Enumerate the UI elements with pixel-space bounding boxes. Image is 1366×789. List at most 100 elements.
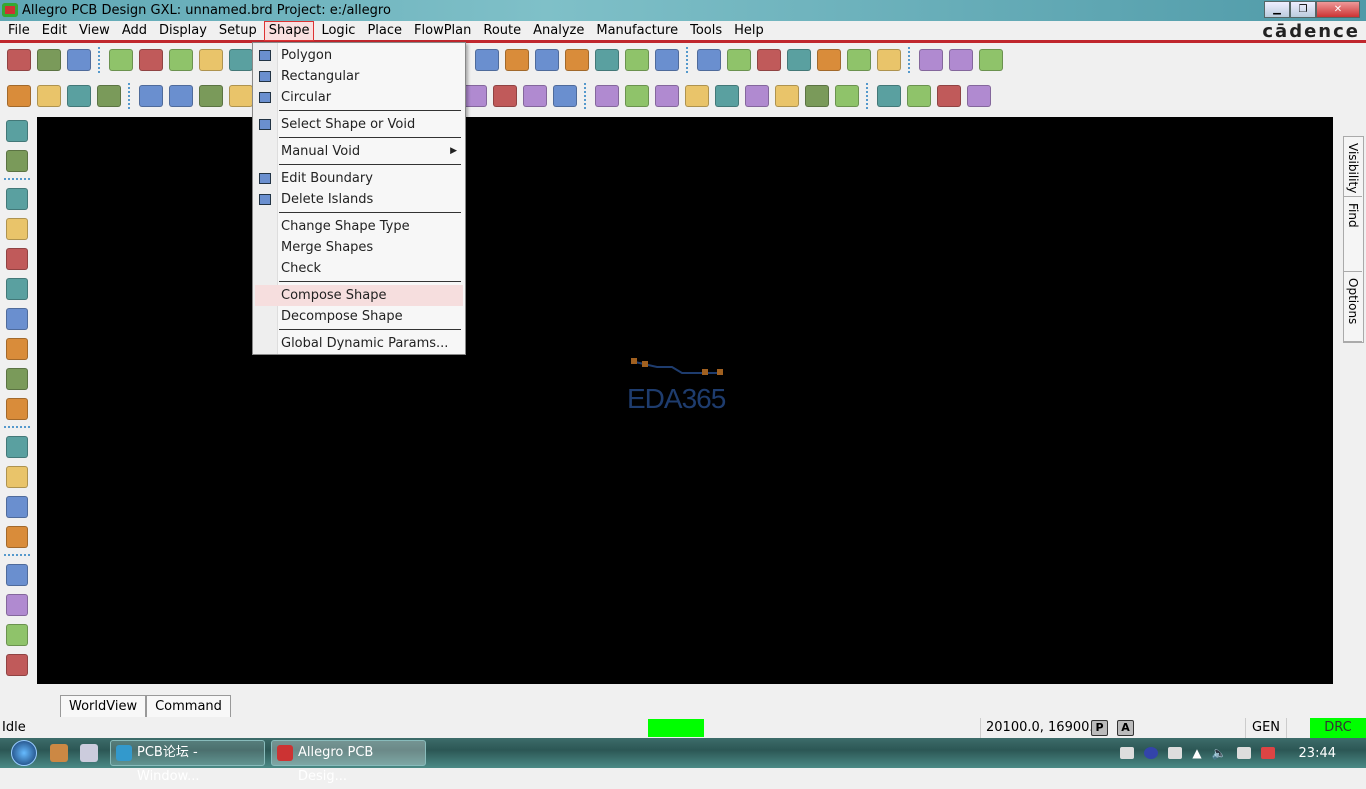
copy-icon[interactable]: [139, 49, 163, 71]
grid-icon[interactable]: [475, 49, 499, 71]
add-line-icon[interactable]: [6, 436, 28, 458]
menu-item-select-shape-or-void[interactable]: Select Shape or Void: [253, 114, 465, 135]
menu-item-circular[interactable]: Circular: [253, 87, 465, 108]
layers-icon[interactable]: [535, 49, 559, 71]
help-icon[interactable]: [979, 49, 1003, 71]
drc-indicator[interactable]: DRC: [1310, 718, 1366, 738]
check-icon[interactable]: [937, 85, 961, 107]
menu-manufacture[interactable]: Manufacture: [591, 21, 683, 41]
menu-display[interactable]: Display: [154, 21, 212, 41]
menu-item-decompose-shape[interactable]: Decompose Shape: [253, 306, 465, 327]
menu-logic[interactable]: Logic: [316, 21, 360, 41]
add-rect-icon[interactable]: [169, 85, 193, 107]
cline-1-icon[interactable]: [6, 564, 28, 586]
menu-edit[interactable]: Edit: [37, 21, 72, 41]
tab-find[interactable]: Find: [1344, 197, 1362, 272]
edit-text-icon[interactable]: [6, 526, 28, 548]
menu-item-check[interactable]: Check: [253, 258, 465, 279]
tab-visibility[interactable]: Visibility: [1344, 137, 1362, 197]
menu-item-change-shape-type[interactable]: Change Shape Type: [253, 216, 465, 237]
place3-icon[interactable]: [67, 85, 91, 107]
delete-icon[interactable]: [169, 49, 193, 71]
menu-item-rectangular[interactable]: Rectangular: [253, 66, 465, 87]
taskbar-item-browser[interactable]: PCB论坛 - Window...: [110, 740, 265, 784]
design-canvas[interactable]: EDA365: [37, 117, 1333, 684]
testprep-icon[interactable]: [805, 85, 829, 107]
slide-icon[interactable]: [6, 218, 28, 240]
reports-icon[interactable]: [727, 49, 751, 71]
menu-flowplan[interactable]: FlowPlan: [409, 21, 476, 41]
cline-2-icon[interactable]: [6, 594, 28, 616]
add-connect-icon[interactable]: [6, 188, 28, 210]
clock[interactable]: 23:44: [1299, 746, 1336, 761]
menu-setup[interactable]: Setup: [214, 21, 262, 41]
menu-item-compose-shape[interactable]: Compose Shape: [255, 285, 463, 306]
tab-worldview[interactable]: WorldView: [60, 695, 147, 717]
place1-icon[interactable]: [7, 85, 31, 107]
cline-4-icon[interactable]: [6, 654, 28, 676]
trace-icon[interactable]: [907, 85, 931, 107]
3d-icon[interactable]: [655, 49, 679, 71]
vias-icon[interactable]: [6, 248, 28, 270]
open-icon[interactable]: [37, 49, 61, 71]
add-polygon-icon[interactable]: [139, 85, 163, 107]
mail-icon[interactable]: [949, 49, 973, 71]
add-circle-icon[interactable]: [199, 85, 223, 107]
stackup-icon[interactable]: [565, 49, 589, 71]
volume-icon[interactable]: 🔈: [1212, 746, 1227, 760]
coin-icon[interactable]: [523, 85, 547, 107]
ipc-icon[interactable]: [625, 85, 649, 107]
window-icon[interactable]: [1168, 747, 1183, 759]
measure-icon[interactable]: [757, 49, 781, 71]
close-button[interactable]: ✕: [1316, 1, 1360, 18]
add-rect-l-icon[interactable]: [6, 466, 28, 488]
delay-tune-icon[interactable]: [6, 278, 28, 300]
matrix-icon[interactable]: [835, 85, 859, 107]
wire-icon[interactable]: [967, 85, 991, 107]
cm-icon[interactable]: [595, 49, 619, 71]
odb-icon[interactable]: [595, 85, 619, 107]
a-button[interactable]: A: [1117, 720, 1134, 736]
place2-icon[interactable]: [37, 85, 61, 107]
menu-tools[interactable]: Tools: [685, 21, 727, 41]
undo-icon[interactable]: [199, 49, 223, 71]
menu-shape[interactable]: Shape: [263, 20, 315, 41]
place4-icon[interactable]: [97, 85, 121, 107]
save-icon[interactable]: [67, 49, 91, 71]
info-icon[interactable]: [697, 49, 721, 71]
grid2-icon[interactable]: [775, 85, 799, 107]
network-icon[interactable]: [1236, 747, 1251, 759]
menu-help[interactable]: Help: [729, 21, 769, 41]
refdes-icon[interactable]: [715, 85, 739, 107]
help-icon[interactable]: [1144, 747, 1159, 759]
show-hidden-icon[interactable]: ▲: [1192, 746, 1201, 760]
hourglass-icon[interactable]: [877, 49, 901, 71]
start-button[interactable]: [4, 738, 44, 768]
windows-icon[interactable]: [919, 49, 943, 71]
menu-file[interactable]: File: [3, 21, 35, 41]
cline-3-icon[interactable]: [6, 624, 28, 646]
paint-icon[interactable]: [787, 49, 811, 71]
menu-view[interactable]: View: [74, 21, 115, 41]
flag-icon[interactable]: [745, 85, 769, 107]
menu-item-edit-boundary[interactable]: Edit Boundary: [253, 168, 465, 189]
angle2-icon[interactable]: [553, 85, 577, 107]
menu-item-manual-void[interactable]: Manual Void ▶: [253, 141, 465, 162]
menu-route[interactable]: Route: [478, 21, 526, 41]
tab-command[interactable]: Command: [146, 695, 231, 717]
tab-options[interactable]: Options: [1344, 272, 1362, 342]
camera-icon[interactable]: [685, 85, 709, 107]
new-icon[interactable]: [7, 49, 31, 71]
restore-button[interactable]: ❐: [1290, 1, 1316, 18]
menu-item-polygon[interactable]: Polygon: [253, 45, 465, 66]
action-center-icon[interactable]: [1260, 747, 1275, 759]
taskbar-item-allegro[interactable]: Allegro PCB Desig...: [271, 740, 426, 784]
menu-item-global-dynamic-params[interactable]: Global Dynamic Params...: [253, 333, 465, 354]
notepad-icon[interactable]: [80, 744, 98, 762]
add-frect-icon[interactable]: [229, 85, 253, 107]
menu-item-merge-shapes[interactable]: Merge Shapes: [253, 237, 465, 258]
add-text-icon[interactable]: [6, 496, 28, 518]
route-bundle-icon[interactable]: [6, 368, 28, 390]
spreadsheet-icon[interactable]: [847, 49, 871, 71]
place-refdes-icon[interactable]: [6, 150, 28, 172]
